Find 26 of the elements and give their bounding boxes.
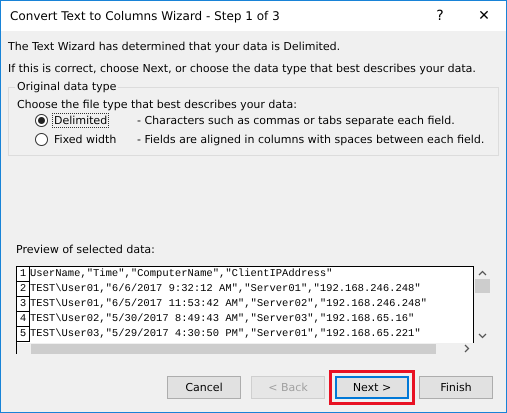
scroll-thumb[interactable]	[31, 344, 436, 354]
data-line: TEST\User01,"6/5/2017 11:53:42 AM","Server02","192.168.246.248"	[30, 297, 427, 312]
dialog-button[interactable]: Finish	[419, 376, 493, 399]
window-title: Convert Text to Columns Wizard - Step 1 of 3	[10, 9, 281, 23]
data-line: TEST\User02,"5/30/2017 8:49:43 AM","Server03","192.168.65.16"	[30, 312, 414, 327]
close-button[interactable]: ✕	[462, 1, 506, 31]
radio-button[interactable]: Fixed width	[35, 132, 137, 147]
data-line: TEST\User03,"5/29/2017 4:30:50 PM","Server01","192.168.65.221"	[30, 327, 421, 342]
group-title: Original data type	[15, 80, 118, 93]
prompt-text: Choose the file type that best describes your data:	[17, 98, 298, 111]
info-text: The Text Wizard has determined that your data is Delimited.	[8, 40, 342, 53]
line-number: 5	[17, 327, 30, 342]
highlighted-button[interactable]: Next >	[335, 376, 409, 399]
scroll-thumb[interactable]	[475, 279, 490, 293]
data-line: TEST\User01,"6/6/2017 9:32:12 AM","Server01","192.168.246.248"	[30, 282, 421, 297]
dialog-button[interactable]: Cancel	[167, 376, 241, 399]
line-number: 1	[17, 267, 30, 282]
line-number: 4	[17, 312, 30, 327]
preview-label: Preview of selected data:	[16, 243, 156, 256]
line-number: 2	[17, 282, 30, 297]
option-description: - Characters such as commas or tabs separate each field.	[137, 114, 455, 127]
help-button[interactable]: ?	[418, 1, 462, 31]
option-description: - Fields are aligned in columns with spaces between each field.	[137, 133, 484, 146]
data-line: UserName,"Time","ComputerName","ClientIPAddress"	[30, 267, 332, 282]
info-text: If this is correct, choose Next, or choose the data type that best describes your data.	[8, 62, 477, 75]
line-number: 3	[17, 297, 30, 312]
